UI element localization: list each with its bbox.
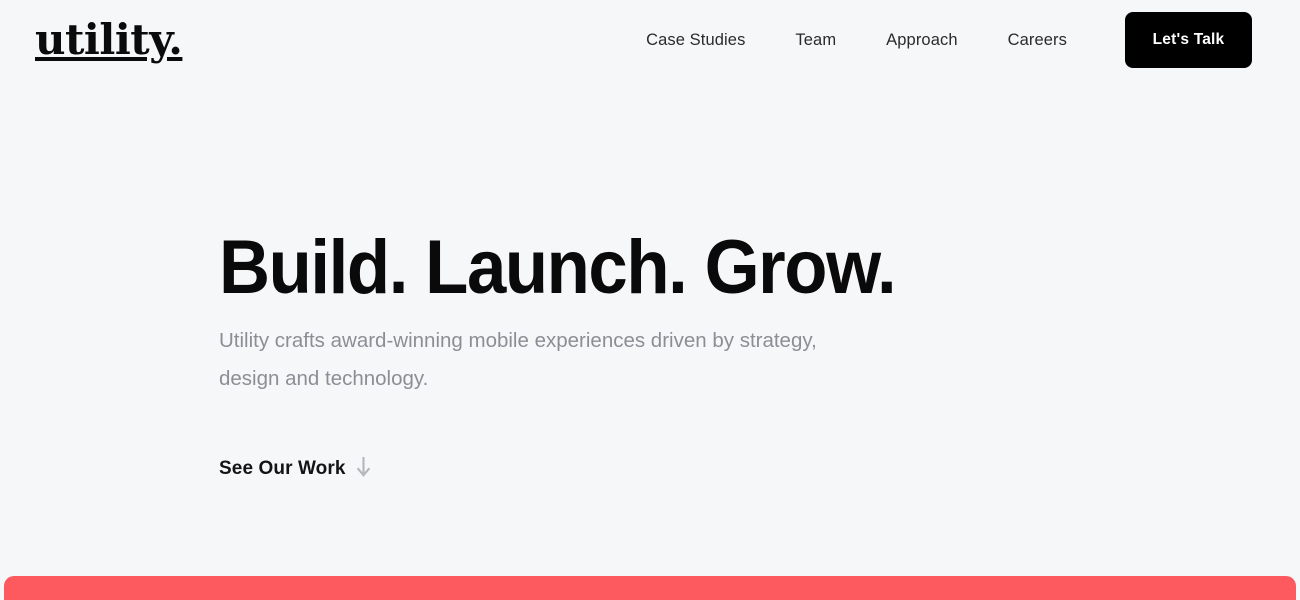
nav-item-approach[interactable]: Approach: [861, 31, 982, 50]
hero-subheadline: Utility crafts award-winning mobile expe…: [219, 329, 817, 390]
bottom-accent-band: [4, 576, 1296, 600]
nav-item-case-studies[interactable]: Case Studies: [621, 31, 770, 50]
site-header: utility. Case Studies Team Approach Care…: [0, 0, 1300, 80]
lets-talk-button[interactable]: Let's Talk: [1125, 12, 1252, 68]
hero-headline: Build. Launch. Grow.: [219, 225, 897, 310]
hero-section: Build. Launch. Grow. Utility crafts awar…: [0, 80, 1300, 482]
hero-cta-row: See Our Work: [219, 456, 372, 482]
arrow-down-icon: [355, 456, 372, 482]
main-navigation: Case Studies Team Approach Careers Let's…: [621, 12, 1252, 68]
brand-logo[interactable]: utility.: [35, 19, 183, 61]
see-our-work-link[interactable]: See Our Work: [219, 458, 346, 480]
nav-item-team[interactable]: Team: [770, 31, 861, 50]
nav-item-careers[interactable]: Careers: [983, 31, 1092, 50]
